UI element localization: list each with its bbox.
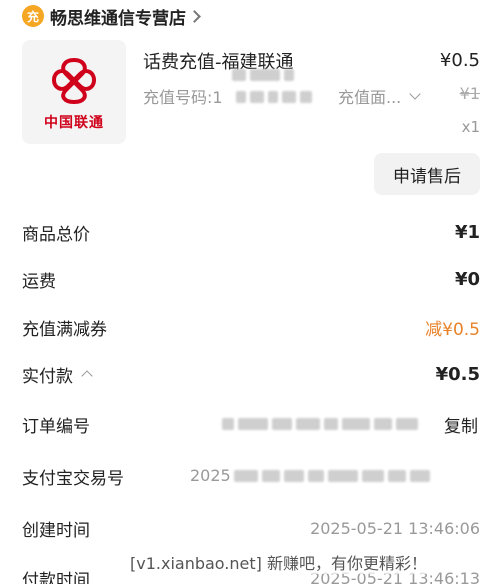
shop-name[interactable]: 畅思维通信专营店 <box>50 4 186 29</box>
created-time-value: 2025-05-21 13:46:06 <box>310 518 480 538</box>
product-thumbnail[interactable]: 中国联通 <box>22 40 126 144</box>
redacted-phone-number <box>236 90 318 104</box>
discount-row: 充值满减券 减¥0.5 <box>22 312 480 342</box>
denomination-selector[interactable]: 充值面... <box>338 84 421 108</box>
china-unicom-logo-icon <box>51 57 97 105</box>
copy-order-number-button[interactable]: 复制 <box>444 412 478 437</box>
chevron-down-icon <box>409 88 421 100</box>
total-row: 商品总价 ¥1 <box>22 217 480 247</box>
denomination-label: 充值面... <box>338 88 402 107</box>
shipping-row: 运费 ¥0 <box>22 264 480 294</box>
discount-label: 充值满减券 <box>22 319 107 340</box>
paid-row[interactable]: 实付款 ¥0.5 <box>22 359 480 389</box>
redacted-title <box>232 68 312 82</box>
quantity: x1 <box>461 118 480 136</box>
paid-label[interactable]: 实付款 <box>22 362 93 387</box>
shipping-value: ¥0 <box>454 268 480 290</box>
chevron-right-icon <box>188 9 201 23</box>
alipay-prefix: 2025 <box>190 466 231 485</box>
original-price: ¥1 <box>459 84 480 103</box>
paid-label-text: 实付款 <box>22 366 73 387</box>
total-value: ¥1 <box>454 221 480 243</box>
discount-value: 减¥0.5 <box>425 319 480 340</box>
logo-text: 中国联通 <box>44 115 104 131</box>
total-label: 商品总价 <box>22 224 90 245</box>
order-number-label: 订单编号 <box>22 416 90 437</box>
paid-time-label: 付款时间 <box>22 570 90 584</box>
alipay-label: 支付宝交易号 <box>22 468 124 489</box>
created-time-row: 创建时间 2025-05-21 13:46:06 <box>22 513 480 543</box>
watermark: [v1.xianbao.net] 新赚吧，有你更精彩！ <box>130 550 427 574</box>
shop-header[interactable]: 充 畅思维通信专营店 <box>22 4 201 29</box>
shipping-label: 运费 <box>22 271 56 292</box>
product-price: ¥0.5 <box>439 50 480 71</box>
redacted-alipay-number <box>234 469 430 483</box>
shop-badge-icon: 充 <box>22 5 44 27</box>
paid-value: ¥0.5 <box>435 363 480 385</box>
redacted-order-number <box>222 417 418 431</box>
chevron-up-icon <box>81 370 93 382</box>
created-time-label: 创建时间 <box>22 520 90 541</box>
recharge-number-label: 充值号码:1 <box>143 88 223 107</box>
after-sale-button[interactable]: 申请售后 <box>374 153 480 195</box>
